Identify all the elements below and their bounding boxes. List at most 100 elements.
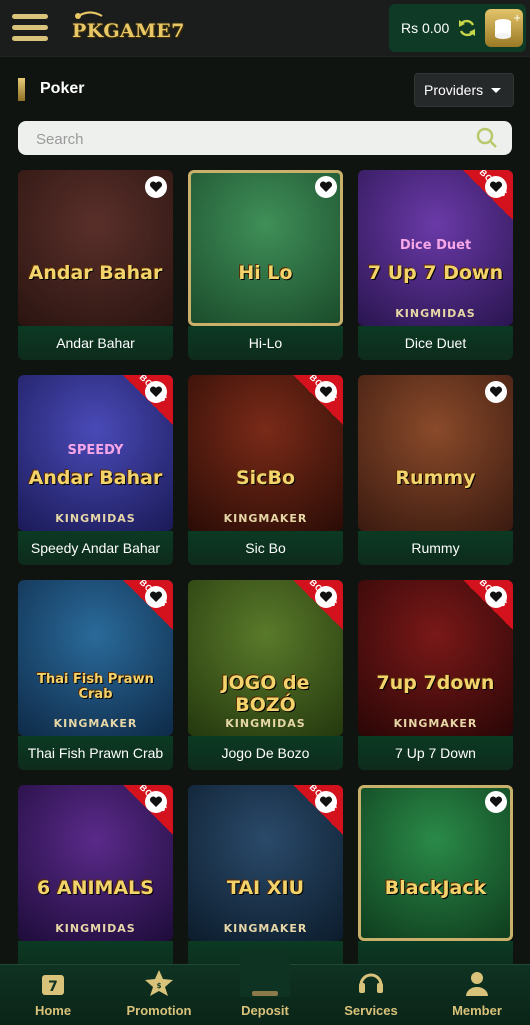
- user-icon: [462, 969, 492, 997]
- game-provider-brand: KINGMIDAS: [395, 307, 476, 320]
- favorite-heart-icon[interactable]: [145, 586, 167, 608]
- game-provider-brand: KINGMAKER: [223, 922, 308, 935]
- game-provider-brand: KINGMAKER: [223, 512, 308, 525]
- game-card[interactable]: Thai Fish Prawn CrabKINGMAKERBONUSThai F…: [18, 580, 173, 772]
- coins-icon: +: [495, 13, 521, 39]
- nav-label: Services: [344, 1003, 398, 1018]
- top-bar: PKGAME7 Rs 0.00 +: [0, 0, 530, 57]
- game-provider-brand: KINGMIDAS: [55, 922, 136, 935]
- star-icon: $: [144, 969, 174, 997]
- game-thumbnail[interactable]: BlackJack: [358, 785, 513, 941]
- game-provider-brand: KINGMAKER: [53, 717, 138, 730]
- game-thumbnail[interactable]: Andar Bahar: [18, 170, 173, 326]
- game-name[interactable]: Hi-Lo: [188, 326, 343, 360]
- game-thumbnail[interactable]: SicBoKINGMAKERBONUS: [188, 375, 343, 531]
- favorite-heart-icon[interactable]: [485, 791, 507, 813]
- game-provider-brand: KINGMIDAS: [55, 512, 136, 525]
- game-art-title: Rummy: [395, 467, 476, 489]
- hamburger-menu-icon[interactable]: [12, 14, 48, 42]
- game-card[interactable]: SicBoKINGMAKERBONUSSic Bo: [188, 375, 343, 567]
- game-art-title: SicBo: [236, 467, 295, 489]
- game-thumbnail[interactable]: JOGO de BOZÓKINGMIDASBONUS: [188, 580, 343, 736]
- game-art-title: Andar Bahar: [28, 467, 163, 489]
- game-art-title: 6 ANIMALS: [37, 877, 154, 899]
- search-icon[interactable]: [476, 127, 498, 149]
- section-accent-bar: [18, 78, 25, 101]
- game-name[interactable]: Dice Duet: [358, 326, 513, 360]
- search-bar: [18, 121, 512, 155]
- bottom-navigation: 7 Home $ Promotion Deposit Services Member: [0, 951, 530, 1025]
- wallet: Rs 0.00 +: [389, 4, 526, 52]
- headset-icon: [356, 969, 386, 997]
- favorite-heart-icon[interactable]: [485, 176, 507, 198]
- favorite-heart-icon[interactable]: [145, 381, 167, 403]
- game-art-title: TAI XIU: [226, 877, 305, 899]
- nav-deposit[interactable]: Deposit: [212, 951, 318, 1025]
- game-card[interactable]: Hi Lo Hi-Lo: [188, 170, 343, 362]
- caret-down-icon: [491, 88, 501, 93]
- game-thumbnail[interactable]: Hi Lo: [188, 170, 343, 326]
- game-card[interactable]: JOGO de BOZÓKINGMIDASBONUSJogo De Bozo: [188, 580, 343, 772]
- game-name[interactable]: Jogo De Bozo: [188, 736, 343, 770]
- game-card[interactable]: 7up 7downKINGMAKERBONUS7 Up 7 Down: [358, 580, 513, 772]
- game-art-title: 7up 7down: [376, 672, 495, 694]
- favorite-heart-icon[interactable]: [315, 791, 337, 813]
- game-thumbnail[interactable]: 7up 7downKINGMAKERBONUS: [358, 580, 513, 736]
- search-input[interactable]: [34, 127, 458, 151]
- game-card[interactable]: 7 Up 7 DownDice DuetKINGMIDASBONUSDice D…: [358, 170, 513, 362]
- game-art-subtitle: SPEEDY: [67, 443, 124, 458]
- providers-dropdown[interactable]: Providers: [414, 73, 514, 107]
- favorite-heart-icon[interactable]: [315, 176, 337, 198]
- game-art-subtitle: Dice Duet: [399, 238, 472, 253]
- game-card[interactable]: BlackJack: [358, 785, 513, 977]
- nav-member[interactable]: Member: [424, 965, 530, 1025]
- nav-label: Deposit: [241, 1003, 289, 1018]
- logo-text: PKGAME7: [72, 20, 185, 42]
- game-thumbnail[interactable]: Rummy: [358, 375, 513, 531]
- nav-label: Member: [452, 1003, 502, 1018]
- svg-text:7: 7: [48, 979, 58, 995]
- game-art-title: JOGO de BOZÓ: [221, 672, 310, 716]
- game-thumbnail[interactable]: Andar BaharSPEEDYKINGMIDASBONUS: [18, 375, 173, 531]
- game-art-title: 7 Up 7 Down: [367, 262, 504, 284]
- deposit-icon: [250, 969, 280, 997]
- game-thumbnail[interactable]: Thai Fish Prawn CrabKINGMAKERBONUS: [18, 580, 173, 736]
- game-provider-brand: KINGMAKER: [393, 717, 478, 730]
- deposit-coins-button[interactable]: +: [485, 9, 523, 47]
- favorite-heart-icon[interactable]: [485, 586, 507, 608]
- nav-home[interactable]: 7 Home: [0, 965, 106, 1025]
- game-name[interactable]: 7 Up 7 Down: [358, 736, 513, 770]
- game-art-title: Andar Bahar: [28, 262, 163, 284]
- nav-promotion[interactable]: $ Promotion: [106, 965, 212, 1025]
- favorite-heart-icon[interactable]: [145, 176, 167, 198]
- favorite-heart-icon[interactable]: [145, 791, 167, 813]
- game-thumbnail[interactable]: TAI XIUKINGMAKERBONUS: [188, 785, 343, 941]
- game-card[interactable]: Andar Bahar Andar Bahar: [18, 170, 173, 362]
- home-icon: 7: [38, 969, 68, 997]
- game-card[interactable]: Andar BaharSPEEDYKINGMIDASBONUSSpeedy An…: [18, 375, 173, 567]
- svg-text:+: +: [513, 13, 521, 24]
- game-card[interactable]: TAI XIUKINGMAKERBONUS: [188, 785, 343, 977]
- favorite-heart-icon[interactable]: [315, 381, 337, 403]
- section-title: Poker: [40, 80, 85, 97]
- game-provider-brand: KINGMIDAS: [225, 717, 306, 730]
- game-name[interactable]: Speedy Andar Bahar: [18, 531, 173, 565]
- game-name[interactable]: Rummy: [358, 531, 513, 565]
- favorite-heart-icon[interactable]: [485, 381, 507, 403]
- game-card[interactable]: 6 ANIMALSKINGMIDASBONUS: [18, 785, 173, 977]
- refresh-icon[interactable]: [457, 18, 477, 38]
- game-thumbnail[interactable]: 6 ANIMALSKINGMIDASBONUS: [18, 785, 173, 941]
- game-name[interactable]: Sic Bo: [188, 531, 343, 565]
- game-art-title: Thai Fish Prawn Crab: [37, 672, 154, 702]
- game-name[interactable]: Thai Fish Prawn Crab: [18, 736, 173, 770]
- providers-label: Providers: [424, 82, 484, 98]
- logo[interactable]: PKGAME7: [68, 6, 192, 50]
- game-card[interactable]: Rummy Rummy: [358, 375, 513, 567]
- game-thumbnail[interactable]: 7 Up 7 DownDice DuetKINGMIDASBONUS: [358, 170, 513, 326]
- game-name[interactable]: Andar Bahar: [18, 326, 173, 360]
- nav-label: Promotion: [126, 1003, 192, 1018]
- favorite-heart-icon[interactable]: [315, 586, 337, 608]
- nav-label: Home: [34, 1003, 72, 1018]
- nav-services[interactable]: Services: [318, 965, 424, 1025]
- game-art-title: Hi Lo: [238, 262, 293, 284]
